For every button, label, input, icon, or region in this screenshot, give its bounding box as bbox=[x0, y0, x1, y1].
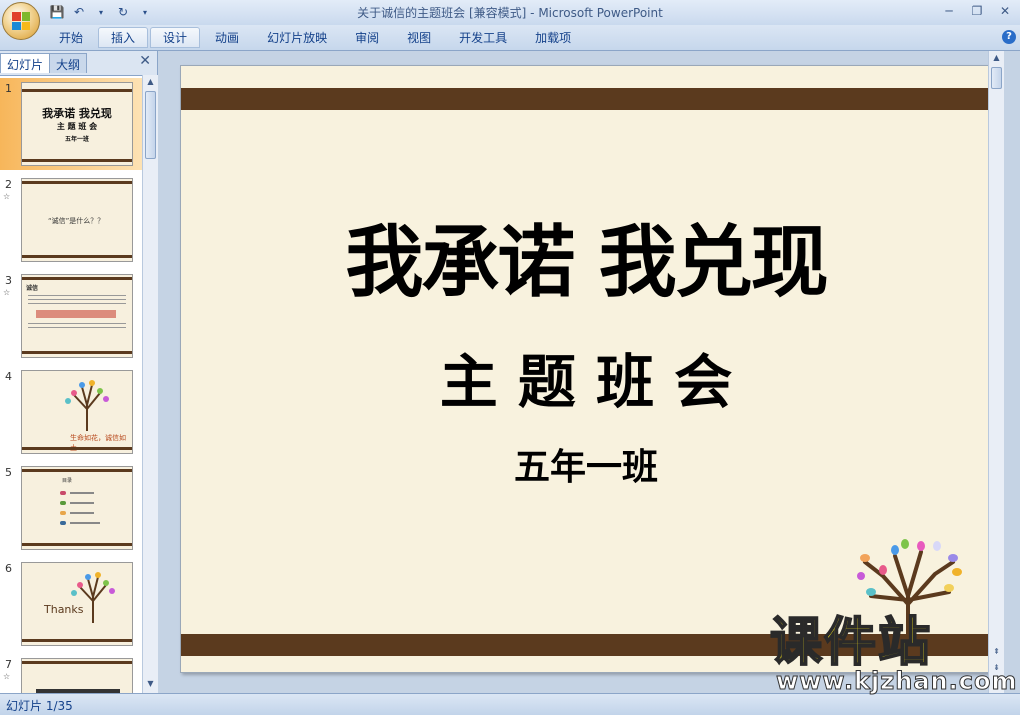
slide-thumbnail-row[interactable]: 5 目录 bbox=[0, 462, 142, 554]
transition-icon: ☆ bbox=[3, 192, 11, 201]
tab-view[interactable]: 视图 bbox=[394, 27, 444, 48]
tab-animations[interactable]: 动画 bbox=[202, 27, 252, 48]
slide-number: 5 bbox=[5, 466, 12, 479]
site-watermark: 课件站 www.kjzhan.com bbox=[769, 612, 1017, 696]
slide-thumbnail-row[interactable]: 6 Thanks bbox=[0, 558, 142, 650]
scroll-thumb[interactable] bbox=[991, 67, 1002, 89]
slide-thumbnail[interactable]: 我承诺 我兑现 主 题 班 会 五年一班 bbox=[21, 82, 133, 166]
thumb-text: 目录 bbox=[62, 478, 73, 484]
slide-title[interactable]: 我承诺 我兑现 bbox=[181, 218, 989, 308]
transition-icon: ☆ bbox=[3, 288, 11, 297]
document-title: 关于诚信的主题班会 [兼容模式] bbox=[357, 6, 527, 20]
close-icon[interactable]: ✕ bbox=[994, 2, 1016, 20]
slide-class-name[interactable]: 五年一班 bbox=[181, 446, 989, 490]
status-bar: 幻灯片 1/35 bbox=[0, 693, 1020, 715]
slide-thumbnail[interactable]: “诚信”是什么？？ bbox=[21, 178, 133, 262]
tab-design[interactable]: 设计 bbox=[150, 27, 201, 48]
window-title: 关于诚信的主题班会 [兼容模式] - Microsoft PowerPoint bbox=[0, 4, 1020, 21]
thumb-text: 生命如花，诚信如土 bbox=[70, 434, 126, 452]
panel-close-icon[interactable]: ✕ bbox=[139, 53, 151, 69]
thumb-text: “诚信”是什么？？ bbox=[48, 217, 105, 225]
panel-tabs: 幻灯片 大纲 bbox=[0, 53, 158, 73]
thumb-text: 诚信 bbox=[26, 285, 39, 292]
tab-addins[interactable]: 加载项 bbox=[522, 27, 584, 48]
window-controls: ─ ❐ ✕ bbox=[938, 2, 1016, 20]
tab-slides[interactable]: 幻灯片 bbox=[0, 53, 51, 73]
restore-icon[interactable]: ❐ bbox=[966, 2, 988, 20]
current-slide[interactable]: 我承诺 我兑现 主 题 班 会 五年一班 bbox=[180, 65, 990, 673]
office-button[interactable] bbox=[2, 2, 40, 40]
title-bar: 💾 ↶ ▾ ↻ ▾ 关于诚信的主题班会 [兼容模式] - Microsoft P… bbox=[0, 0, 1020, 25]
watermark-url: www.kjzhan.com bbox=[775, 667, 1018, 696]
thumb-title: 我承诺 我兑现 bbox=[42, 107, 112, 120]
slide-number: 7 bbox=[5, 658, 12, 671]
slide-thumbnail-row[interactable]: 2 ☆ “诚信”是什么？？ bbox=[0, 174, 142, 266]
tab-developer[interactable]: 开发工具 bbox=[446, 27, 520, 48]
slide-number: 2 bbox=[5, 178, 12, 191]
title-separator: - bbox=[526, 6, 539, 20]
tab-home[interactable]: 开始 bbox=[46, 27, 96, 48]
slide-number: 3 bbox=[5, 274, 12, 287]
ribbon: 开始 插入 设计 动画 幻灯片放映 审阅 视图 开发工具 加载项 ? bbox=[0, 25, 1020, 51]
slide-thumbnail-row[interactable]: 7 ☆ bbox=[0, 654, 142, 693]
slide-thumbnail[interactable]: 诚信 bbox=[21, 274, 133, 358]
slide-editor: 我承诺 我兑现 主 题 班 会 五年一班 ▲ ⇞ ⇟ bbox=[160, 51, 1004, 693]
slides-scrollbar[interactable]: ▲ ▼ bbox=[142, 75, 158, 693]
slides-panel: 幻灯片 大纲 ✕ 1 我承诺 我兑现 主 题 班 会 五年一班 2 ☆ “诚信”… bbox=[0, 51, 158, 693]
thumb-subtitle: 主 题 班 会 bbox=[56, 122, 98, 131]
slide-thumbnail[interactable]: 目录 bbox=[21, 466, 133, 550]
slide-thumbnail[interactable]: 生命如花，诚信如土 bbox=[21, 370, 133, 454]
office-logo-icon bbox=[12, 12, 30, 30]
tab-review[interactable]: 审阅 bbox=[342, 27, 392, 48]
transition-icon: ☆ bbox=[3, 672, 11, 681]
tab-slideshow[interactable]: 幻灯片放映 bbox=[254, 27, 340, 48]
app-name: Microsoft PowerPoint bbox=[538, 6, 663, 20]
slide-number: 1 bbox=[5, 82, 12, 95]
ribbon-tabs: 开始 插入 设计 动画 幻灯片放映 审阅 视图 开发工具 加载项 bbox=[46, 27, 586, 48]
thumb-text: Thanks bbox=[44, 603, 84, 616]
scroll-up-icon[interactable]: ▲ bbox=[145, 77, 156, 89]
slide-number: 4 bbox=[5, 370, 12, 383]
minimize-icon[interactable]: ─ bbox=[938, 2, 960, 20]
top-bar bbox=[181, 88, 989, 110]
slide-subtitle[interactable]: 主 题 班 会 bbox=[181, 348, 989, 416]
help-icon[interactable]: ? bbox=[1002, 30, 1016, 44]
slide-thumbnail-row[interactable]: 4 生命如花，诚信如土 bbox=[0, 366, 142, 458]
slide-thumbnail-row[interactable]: 3 ☆ 诚信 bbox=[0, 270, 142, 362]
slide-number: 6 bbox=[5, 562, 12, 575]
scroll-thumb[interactable] bbox=[145, 91, 156, 159]
slide-thumbnails: 1 我承诺 我兑现 主 题 班 会 五年一班 2 ☆ “诚信”是什么？？ 3 ☆ bbox=[0, 75, 142, 693]
slide-counter: 幻灯片 1/35 bbox=[6, 699, 73, 713]
scroll-up-icon[interactable]: ▲ bbox=[991, 53, 1002, 65]
tab-insert[interactable]: 插入 bbox=[98, 27, 149, 48]
scroll-down-icon[interactable]: ▼ bbox=[145, 679, 156, 691]
slide-thumbnail[interactable] bbox=[21, 658, 133, 693]
thumb-subtitle-2: 五年一班 bbox=[64, 136, 89, 143]
slide-thumbnail-row[interactable]: 1 我承诺 我兑现 主 题 班 会 五年一班 bbox=[0, 78, 142, 170]
editor-scrollbar[interactable]: ▲ ⇞ ⇟ bbox=[988, 51, 1004, 693]
slide-thumbnail[interactable]: Thanks bbox=[21, 562, 133, 646]
watermark-cn: 课件站 bbox=[769, 612, 933, 674]
tab-outline[interactable]: 大纲 bbox=[49, 53, 88, 73]
